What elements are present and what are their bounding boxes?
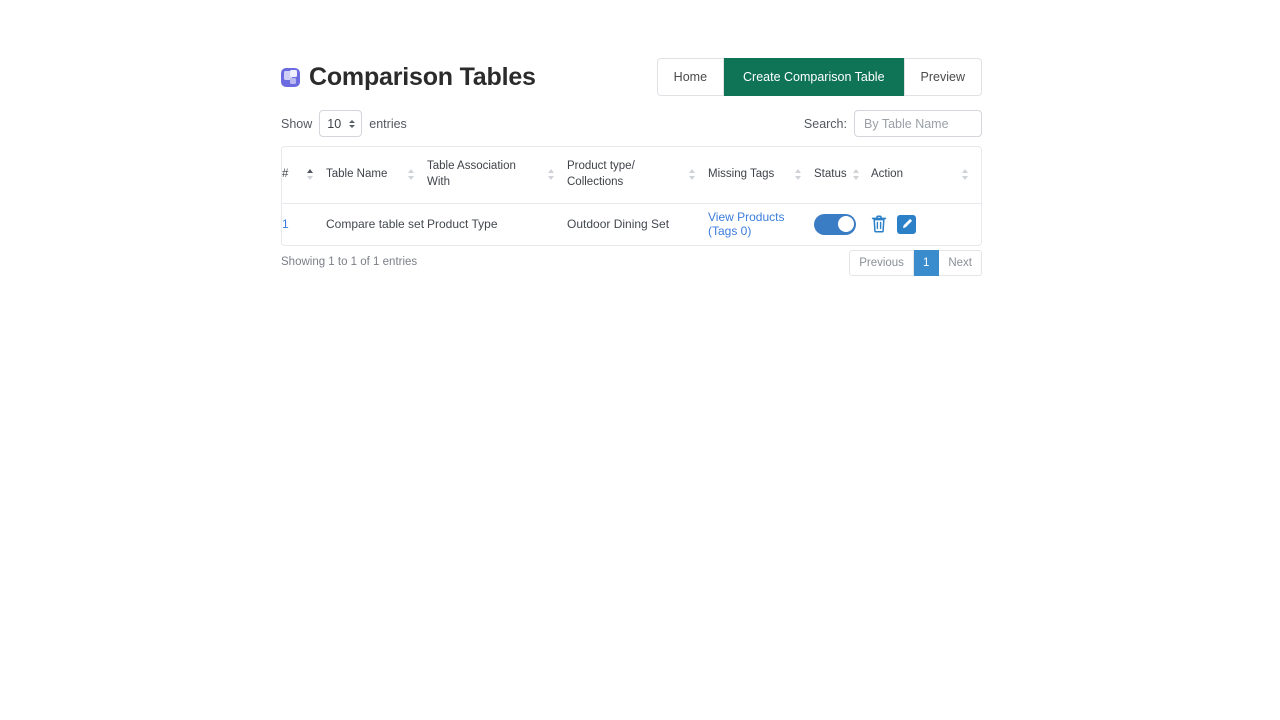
sort-icon-product-type[interactable] bbox=[689, 169, 698, 181]
comparison-tables-card: # Table Name Table Association With Prod… bbox=[281, 146, 982, 246]
page-header: Comparison Tables Home Create Comparison… bbox=[281, 56, 982, 98]
cell-association: Product Type bbox=[427, 217, 498, 232]
table-body: 1 Compare table set Product Type Outdoor… bbox=[282, 203, 981, 245]
search-control: Search: bbox=[804, 110, 982, 137]
view-products-link[interactable]: View Products (Tags 0) bbox=[708, 210, 784, 238]
create-comparison-table-button[interactable]: Create Comparison Table bbox=[724, 58, 904, 96]
title-group: Comparison Tables bbox=[281, 62, 536, 91]
sort-icon-missing-tags[interactable] bbox=[795, 169, 804, 181]
entries-label: entries bbox=[369, 116, 407, 131]
showing-entries-text: Showing 1 to 1 of 1 entries bbox=[281, 256, 418, 268]
comparison-tables-table: # Table Name Table Association With Prod… bbox=[282, 147, 981, 245]
sort-icon-table-name[interactable] bbox=[408, 169, 417, 181]
column-label-index: # bbox=[282, 167, 289, 180]
table-row: 1 Compare table set Product Type Outdoor… bbox=[282, 203, 981, 245]
column-label-missing-tags: Missing Tags bbox=[708, 167, 775, 180]
column-header-table-name[interactable]: Table Name bbox=[326, 147, 427, 204]
table-controls: Show 10 entries Search: bbox=[281, 110, 982, 138]
sort-icon-action[interactable] bbox=[962, 169, 971, 181]
table-footer: Showing 1 to 1 of 1 entries Previous 1 N… bbox=[281, 250, 982, 278]
column-header-product-type[interactable]: Product type/ Collections bbox=[567, 147, 708, 204]
table-head: # Table Name Table Association With Prod… bbox=[282, 147, 981, 204]
home-button[interactable]: Home bbox=[656, 58, 725, 96]
pagination-page-1[interactable]: 1 bbox=[913, 250, 940, 276]
cell-product-type: Outdoor Dining Set bbox=[567, 217, 670, 232]
column-header-status[interactable]: Status bbox=[814, 147, 871, 204]
cell-table-name: Compare table set bbox=[326, 217, 425, 232]
column-label-status: Status bbox=[814, 167, 847, 180]
pagination: Previous 1 Next bbox=[849, 250, 982, 276]
search-label: Search: bbox=[803, 116, 847, 131]
cell-index: 1 bbox=[282, 203, 326, 245]
stepper-arrows-icon bbox=[349, 119, 356, 128]
column-header-association[interactable]: Table Association With bbox=[427, 147, 567, 204]
column-header-missing-tags[interactable]: Missing Tags bbox=[708, 147, 814, 204]
column-header-index[interactable]: # bbox=[282, 147, 326, 204]
column-header-action[interactable]: Action bbox=[871, 147, 981, 204]
column-label-action: Action bbox=[871, 167, 903, 180]
column-label-table-name: Table Name bbox=[326, 167, 388, 180]
edit-icon[interactable] bbox=[897, 214, 916, 234]
header-button-group: Home Create Comparison Table Preview bbox=[656, 58, 982, 96]
column-label-product-type: Product type/ Collections bbox=[567, 160, 635, 188]
page-title: Comparison Tables bbox=[309, 62, 536, 91]
show-entries-control: Show 10 entries bbox=[281, 110, 407, 137]
preview-button[interactable]: Preview bbox=[903, 58, 982, 96]
search-input[interactable] bbox=[854, 110, 982, 137]
cell-action bbox=[871, 203, 981, 245]
sort-icon-index[interactable] bbox=[307, 169, 316, 181]
sort-icon-status[interactable] bbox=[852, 169, 862, 181]
table-header-row: # Table Name Table Association With Prod… bbox=[282, 147, 981, 204]
status-toggle[interactable] bbox=[814, 213, 856, 235]
column-label-association: Table Association With bbox=[427, 160, 516, 188]
page-length-select[interactable]: 10 bbox=[319, 110, 363, 137]
cell-status bbox=[814, 203, 871, 245]
comparison-tables-app-icon bbox=[281, 67, 300, 87]
show-label: Show bbox=[281, 116, 313, 131]
pagination-next[interactable]: Next bbox=[939, 250, 982, 276]
sort-icon-association[interactable] bbox=[548, 169, 557, 181]
page-length-value: 10 bbox=[327, 116, 342, 131]
delete-icon[interactable] bbox=[871, 215, 887, 233]
toggle-knob bbox=[837, 216, 854, 233]
page-container: Comparison Tables Home Create Comparison… bbox=[281, 0, 982, 720]
cell-missing-tags: View Products (Tags 0) bbox=[708, 203, 814, 245]
pagination-previous[interactable]: Previous bbox=[849, 250, 914, 276]
row-index-link[interactable]: 1 bbox=[282, 217, 289, 231]
